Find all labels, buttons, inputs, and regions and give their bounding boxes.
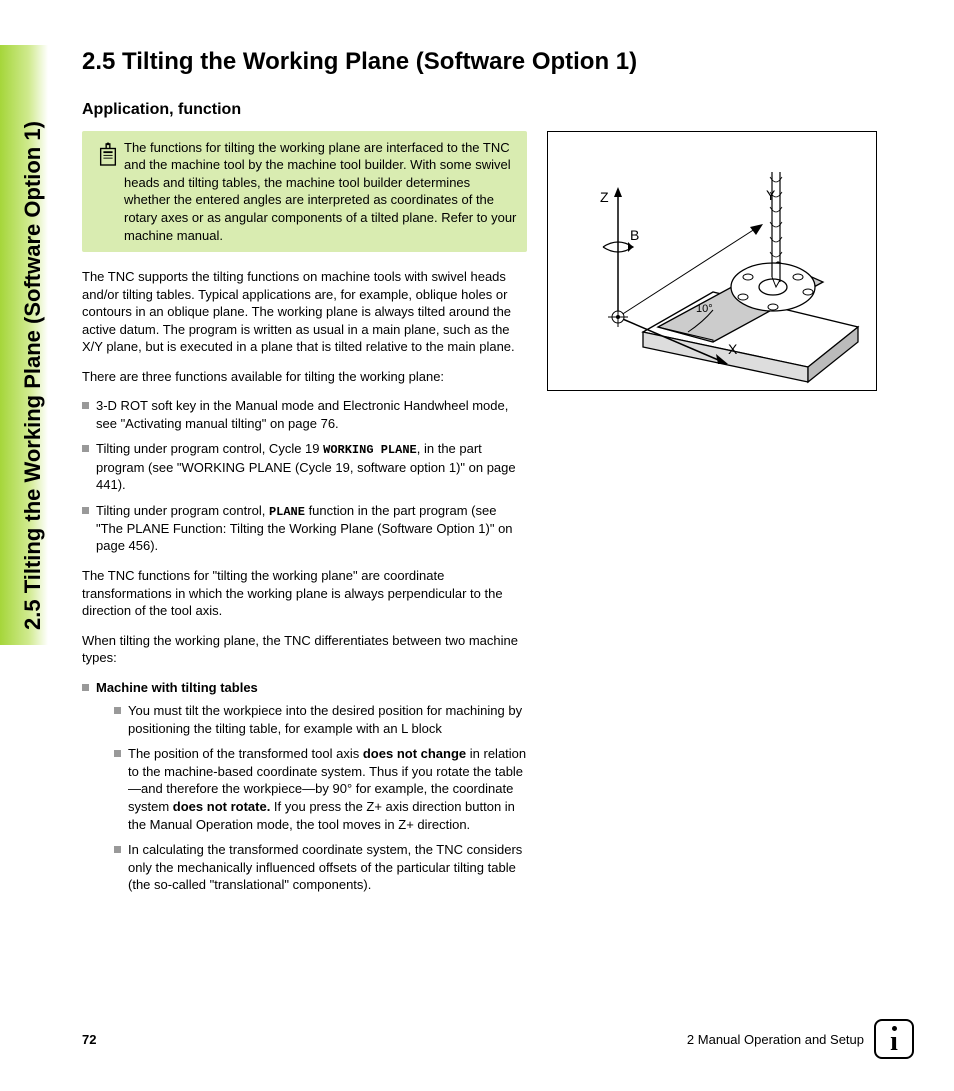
list-item: 3-D ROT soft key in the Manual mode and …	[82, 397, 527, 432]
axis-y-label: Y	[766, 187, 776, 203]
page-footer: 72 2 Manual Operation and Setup ı	[82, 1019, 914, 1059]
function-list: 3-D ROT soft key in the Manual mode and …	[82, 397, 527, 555]
axis-x-label: X	[728, 341, 738, 357]
tilting-plane-figure: Z Y B X 10°	[547, 131, 877, 391]
list-item: You must tilt the workpiece into the des…	[114, 702, 527, 737]
machine-types-list: Machine with tilting tables You must til…	[82, 679, 527, 894]
list-item: Tilting under program control, Cycle 19 …	[82, 440, 527, 493]
paragraph: When tilting the working plane, the TNC …	[82, 632, 527, 667]
angle-label: 10°	[696, 303, 713, 315]
list-item: In calculating the transformed coordinat…	[114, 841, 527, 894]
list-item: The position of the transformed tool axi…	[114, 745, 527, 833]
axis-b-label: B	[630, 227, 639, 243]
page-number: 72	[82, 1032, 96, 1047]
machine-manual-icon	[92, 139, 124, 244]
section-number: 2.5	[82, 48, 122, 77]
note-box: The functions for tilting the working pl…	[82, 131, 527, 252]
paragraph: The TNC functions for "tilting the worki…	[82, 567, 527, 620]
info-icon: ı	[874, 1019, 914, 1059]
sidebar-section-title: 2.5 Tilting the Working Plane (Software …	[20, 121, 46, 630]
page-heading: 2.5Tilting the Working Plane (Software O…	[82, 48, 882, 77]
page-content: 2.5Tilting the Working Plane (Software O…	[82, 48, 882, 906]
chapter-label: 2 Manual Operation and Setup	[687, 1032, 864, 1047]
paragraph: There are three functions available for …	[82, 368, 527, 386]
list-item: Machine with tilting tables You must til…	[82, 679, 527, 894]
list-item: Tilting under program control, PLANE fun…	[82, 502, 527, 555]
note-text: The functions for tilting the working pl…	[124, 139, 517, 244]
heading-title: Tilting the Working Plane (Software Opti…	[122, 48, 637, 75]
axis-z-label: Z	[600, 189, 609, 205]
paragraph: The TNC supports the tilting functions o…	[82, 268, 527, 356]
list-heading: Machine with tilting tables	[96, 680, 258, 695]
subheading: Application, function	[82, 101, 882, 119]
